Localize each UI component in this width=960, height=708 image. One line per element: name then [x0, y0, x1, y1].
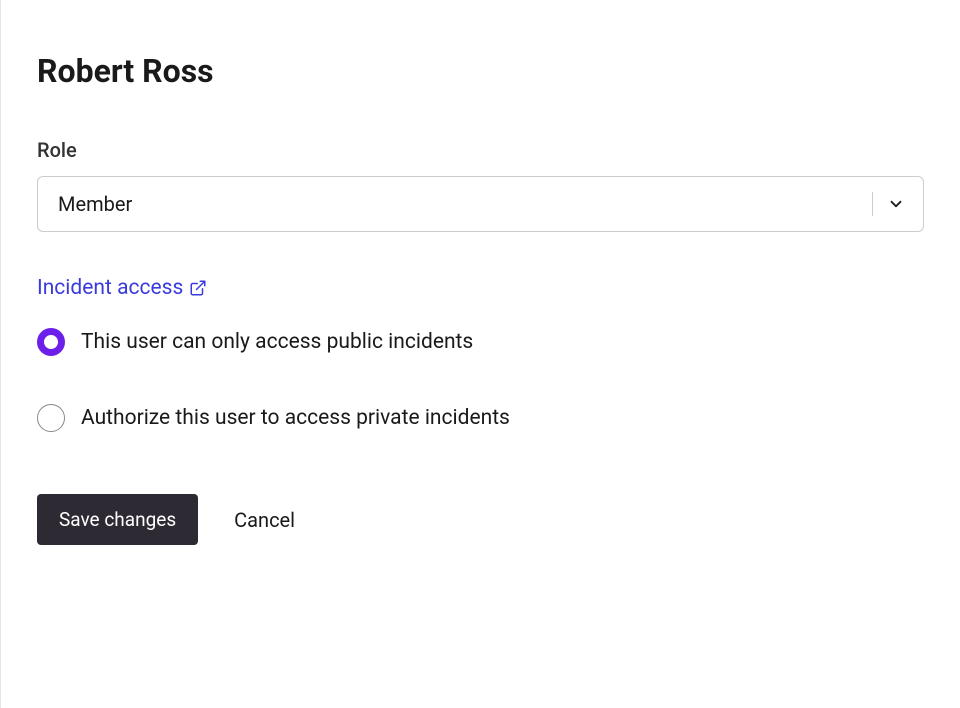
radio-public-incidents[interactable]: This user can only access public inciden…: [37, 328, 924, 356]
radio-indicator-selected: [37, 328, 65, 356]
incident-access-radio-group: This user can only access public inciden…: [37, 328, 924, 432]
select-separator: [872, 192, 873, 216]
radio-label-private: Authorize this user to access private in…: [81, 406, 510, 430]
action-buttons: Save changes Cancel: [37, 494, 924, 545]
radio-indicator-unselected: [37, 404, 65, 432]
role-select-value: Member: [58, 192, 132, 216]
role-select[interactable]: Member: [37, 176, 924, 232]
save-button[interactable]: Save changes: [37, 494, 198, 545]
chevron-down-icon: [887, 195, 905, 213]
external-link-icon: [189, 279, 207, 297]
radio-label-public: This user can only access public inciden…: [81, 330, 473, 354]
select-caret-container: [872, 177, 905, 231]
incident-access-link-text: Incident access: [37, 276, 183, 300]
radio-private-incidents[interactable]: Authorize this user to access private in…: [37, 404, 924, 432]
cancel-button[interactable]: Cancel: [234, 508, 295, 532]
role-label: Role: [37, 138, 924, 162]
role-field: Role Member: [37, 138, 924, 232]
page-title: Robert Ross: [37, 52, 924, 90]
incident-access-link[interactable]: Incident access: [37, 276, 207, 300]
